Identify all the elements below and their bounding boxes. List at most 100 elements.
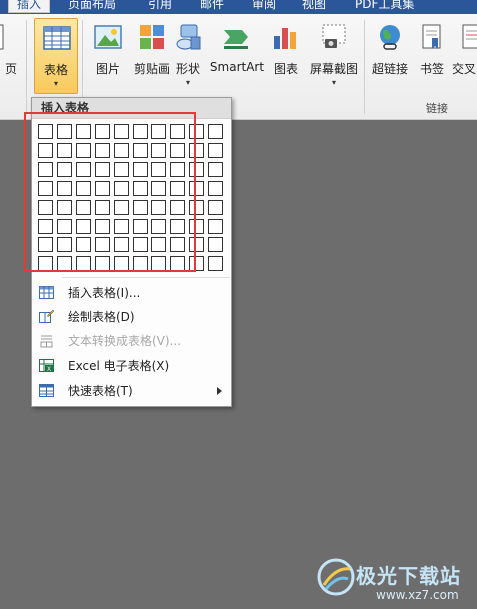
grid-cell[interactable] [133,219,148,234]
grid-cell[interactable] [189,143,204,158]
grid-cell[interactable] [189,181,204,196]
grid-cell[interactable] [114,124,129,139]
grid-cell[interactable] [114,162,129,177]
grid-cell[interactable] [170,143,185,158]
grid-cell[interactable] [170,124,185,139]
table-button[interactable]: 表格 ▾ [34,18,78,94]
grid-cell[interactable] [95,256,110,271]
grid-cell[interactable] [76,237,91,252]
grid-cell[interactable] [57,143,72,158]
grid-cell[interactable] [57,124,72,139]
grid-cell[interactable] [170,181,185,196]
grid-cell[interactable] [95,124,110,139]
tab-references[interactable]: 引用 [148,0,172,13]
grid-cell[interactable] [151,256,166,271]
grid-cell[interactable] [208,256,223,271]
grid-cell[interactable] [170,237,185,252]
bookmark-button[interactable]: 书签 [410,18,454,88]
grid-cell[interactable] [57,200,72,215]
grid-cell[interactable] [208,200,223,215]
grid-cell[interactable] [189,237,204,252]
cover-page-button[interactable]: 页 [0,18,17,88]
grid-cell[interactable] [151,200,166,215]
grid-cell[interactable] [133,181,148,196]
tab-page-layout[interactable]: 页面布局 [68,0,116,13]
grid-cell[interactable] [189,219,204,234]
menu-item-quick-tables[interactable]: 快速表格(T) [32,379,231,403]
grid-cell[interactable] [114,237,129,252]
grid-cell[interactable] [170,200,185,215]
grid-cell[interactable] [133,237,148,252]
grid-cell[interactable] [133,162,148,177]
grid-cell[interactable] [76,143,91,158]
chart-button[interactable]: 图表 [264,18,308,88]
menu-item-draw-table[interactable]: 绘制表格(D) [32,305,231,329]
grid-cell[interactable] [114,219,129,234]
grid-cell[interactable] [38,162,53,177]
grid-cell[interactable] [95,200,110,215]
grid-cell[interactable] [38,143,53,158]
grid-cell[interactable] [57,219,72,234]
tab-mailings[interactable]: 邮件 [200,0,224,13]
grid-cell[interactable] [208,219,223,234]
grid-cell[interactable] [76,256,91,271]
grid-cell[interactable] [114,143,129,158]
grid-cell[interactable] [170,162,185,177]
grid-cell[interactable] [170,256,185,271]
grid-cell[interactable] [57,237,72,252]
grid-cell[interactable] [95,181,110,196]
smartart-button[interactable]: SmartArt [210,18,264,88]
grid-cell[interactable] [133,124,148,139]
grid-cell[interactable] [57,162,72,177]
grid-cell[interactable] [151,219,166,234]
tab-pdf-tools[interactable]: PDF工具集 [355,0,414,13]
grid-cell[interactable] [208,124,223,139]
grid-cell[interactable] [151,162,166,177]
grid-cell[interactable] [95,143,110,158]
grid-cell[interactable] [189,200,204,215]
grid-cell[interactable] [208,143,223,158]
grid-cell[interactable] [151,124,166,139]
grid-cell[interactable] [38,124,53,139]
grid-cell[interactable] [114,256,129,271]
grid-cell[interactable] [151,143,166,158]
menu-item-insert-table[interactable]: 插入表格(I)... [32,281,231,305]
tab-review[interactable]: 审阅 [252,0,276,13]
grid-cell[interactable] [95,162,110,177]
picture-button[interactable]: 图片 [86,18,130,88]
hyperlink-button[interactable]: 超链接 [368,18,412,88]
grid-cell[interactable] [57,256,72,271]
grid-cell[interactable] [114,200,129,215]
screenshot-button[interactable]: 屏幕截图 ▾ [310,18,358,88]
grid-cell[interactable] [38,219,53,234]
tab-insert[interactable]: 插入 [8,0,51,13]
grid-cell[interactable] [133,200,148,215]
grid-cell[interactable] [208,181,223,196]
grid-cell[interactable] [38,256,53,271]
grid-cell[interactable] [208,162,223,177]
grid-cell[interactable] [208,237,223,252]
grid-cell[interactable] [189,256,204,271]
shapes-button[interactable]: 形状 ▾ [166,18,210,88]
grid-cell[interactable] [38,200,53,215]
tab-view[interactable]: 视图 [302,0,326,13]
cross-reference-button[interactable]: 交叉 [450,18,477,88]
grid-cell[interactable] [170,219,185,234]
grid-cell[interactable] [76,124,91,139]
grid-cell[interactable] [95,237,110,252]
grid-cell[interactable] [133,143,148,158]
grid-cell[interactable] [133,256,148,271]
grid-cell[interactable] [57,181,72,196]
grid-cell[interactable] [38,181,53,196]
grid-cell[interactable] [76,219,91,234]
grid-cell[interactable] [151,181,166,196]
grid-cell[interactable] [95,219,110,234]
grid-cell[interactable] [76,162,91,177]
grid-cell[interactable] [76,181,91,196]
grid-cell[interactable] [38,237,53,252]
grid-cell[interactable] [151,237,166,252]
grid-cell[interactable] [76,200,91,215]
grid-cell[interactable] [114,181,129,196]
menu-item-excel-spreadsheet[interactable]: X Excel 电子表格(X) [32,354,231,378]
grid-cell[interactable] [189,162,204,177]
